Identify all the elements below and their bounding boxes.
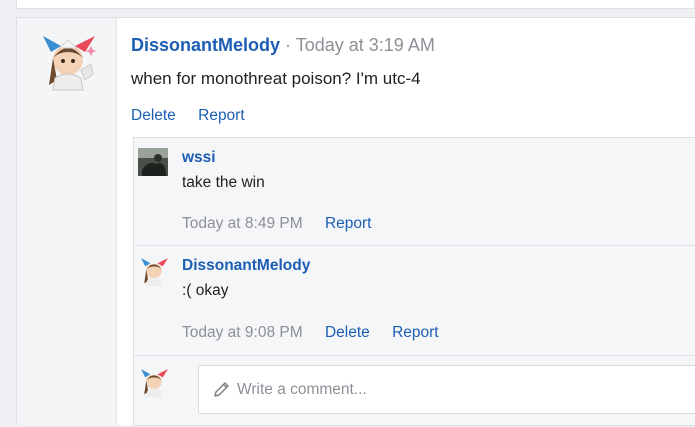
comments-section: wssi take the win Today at 8:49 PM Repor… <box>133 137 695 426</box>
comment-author-link[interactable]: DissonantMelody <box>182 257 310 275</box>
post-actions: Delete Report <box>131 107 263 125</box>
comment-meta: Today at 9:08 PM Delete Report <box>182 324 457 342</box>
comment-text: take the win <box>182 174 265 191</box>
report-comment-link[interactable]: Report <box>325 215 372 232</box>
header-separator: · <box>285 35 292 55</box>
post-avatar-column <box>17 18 117 425</box>
comment-meta: Today at 8:49 PM Report <box>182 215 389 233</box>
previous-post-edge <box>16 0 695 9</box>
post-body: when for monothreat poison? I'm utc-4 <box>131 69 421 88</box>
write-comment-placeholder: Write a comment... <box>237 381 367 398</box>
comment-avatar[interactable] <box>138 148 170 180</box>
comment-avatar[interactable] <box>138 255 170 287</box>
report-comment-link[interactable]: Report <box>392 324 439 341</box>
comment-item: DissonantMelody :( okay Today at 9:08 PM… <box>134 246 695 356</box>
report-post-link[interactable]: Report <box>198 107 245 124</box>
profile-post: DissonantMelody · Today at 3:19 AM when … <box>16 17 695 426</box>
comment-composer: Write a comment... <box>134 356 695 427</box>
comment-item: wssi take the win Today at 8:49 PM Repor… <box>134 138 695 246</box>
post-author-link[interactable]: DissonantMelody <box>131 35 280 55</box>
comment-timestamp[interactable]: Today at 9:08 PM <box>182 324 303 341</box>
avatar[interactable] <box>37 30 99 92</box>
comment-text: :( okay <box>182 282 229 299</box>
pencil-icon <box>213 381 230 398</box>
post-timestamp[interactable]: Today at 3:19 AM <box>296 35 435 55</box>
delete-comment-link[interactable]: Delete <box>325 324 370 341</box>
write-comment-input[interactable]: Write a comment... <box>198 365 695 414</box>
post-header: DissonantMelody · Today at 3:19 AM <box>131 35 435 56</box>
composer-avatar <box>138 366 170 398</box>
comment-timestamp[interactable]: Today at 8:49 PM <box>182 215 303 232</box>
comment-author-link[interactable]: wssi <box>182 149 216 167</box>
delete-post-link[interactable]: Delete <box>131 107 176 124</box>
